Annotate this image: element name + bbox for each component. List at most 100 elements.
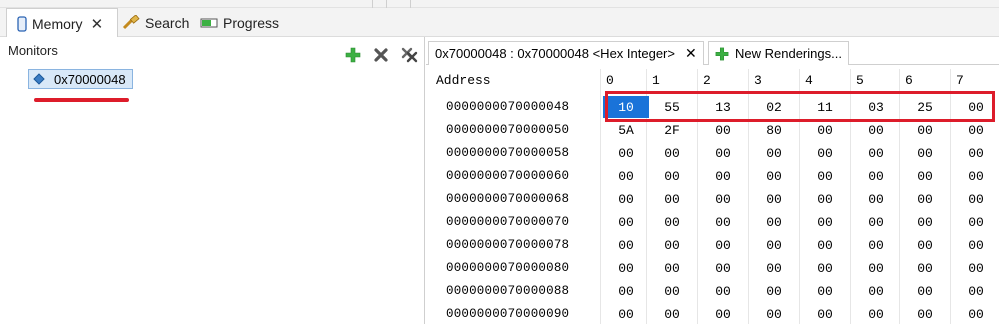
byte-cell[interactable]: 00 — [708, 257, 738, 279]
byte-cell[interactable]: 00 — [759, 211, 789, 233]
progress-icon — [200, 16, 218, 30]
byte-cell[interactable]: 00 — [759, 165, 789, 187]
tab-label: 0x70000048 : 0x70000048 <Hex Integer> — [435, 46, 675, 61]
byte-cell[interactable]: 00 — [611, 280, 641, 302]
column-header: 7 — [956, 72, 964, 88]
byte-cell[interactable]: 00 — [657, 280, 687, 302]
byte-cell[interactable]: 00 — [657, 188, 687, 210]
byte-cell[interactable]: 2F — [657, 119, 687, 141]
byte-cell[interactable]: 00 — [961, 211, 991, 233]
byte-cell[interactable]: 00 — [708, 142, 738, 164]
column-header: 6 — [905, 72, 913, 88]
byte-cell[interactable]: 00 — [910, 303, 940, 324]
tab-new-renderings[interactable]: New Renderings... — [708, 41, 849, 65]
byte-cell[interactable]: 00 — [961, 119, 991, 141]
byte-cell[interactable]: 00 — [810, 119, 840, 141]
byte-cell[interactable]: 00 — [861, 234, 891, 256]
byte-cell[interactable]: 00 — [708, 234, 738, 256]
byte-cell[interactable]: 00 — [810, 188, 840, 210]
byte-cell[interactable]: 00 — [708, 211, 738, 233]
byte-cell[interactable]: 00 — [810, 211, 840, 233]
byte-cell[interactable]: 00 — [910, 142, 940, 164]
byte-cell[interactable]: 00 — [611, 234, 641, 256]
byte-cell[interactable]: 00 — [759, 234, 789, 256]
address-cell: 0000000070000090 — [446, 307, 570, 321]
byte-cell[interactable]: 00 — [657, 165, 687, 187]
byte-cell[interactable]: 00 — [759, 303, 789, 324]
byte-cell[interactable]: 00 — [810, 142, 840, 164]
byte-cell[interactable]: 00 — [861, 303, 891, 324]
byte-cell[interactable]: 00 — [657, 303, 687, 324]
byte-cell[interactable]: 00 — [910, 211, 940, 233]
tab-memory[interactable]: Memory ✕ — [6, 8, 118, 38]
byte-cell[interactable]: 00 — [861, 211, 891, 233]
byte-cell[interactable]: 00 — [861, 119, 891, 141]
close-icon[interactable]: ✕ — [91, 15, 104, 33]
column-header: 1 — [652, 72, 660, 88]
byte-cell[interactable]: 00 — [759, 188, 789, 210]
byte-cell[interactable]: 00 — [657, 211, 687, 233]
monitor-diamond-icon — [33, 73, 45, 85]
byte-cell[interactable]: 00 — [657, 234, 687, 256]
byte-cell[interactable]: 00 — [810, 165, 840, 187]
byte-cell[interactable]: 00 — [810, 234, 840, 256]
byte-cell[interactable]: 00 — [759, 280, 789, 302]
byte-cell[interactable]: 00 — [708, 119, 738, 141]
address-cell: 0000000070000088 — [446, 284, 570, 298]
byte-cell[interactable]: 00 — [961, 165, 991, 187]
byte-cell[interactable]: 00 — [961, 303, 991, 324]
byte-cell[interactable]: 00 — [708, 280, 738, 302]
byte-cell[interactable]: 00 — [810, 303, 840, 324]
byte-cell[interactable]: 00 — [961, 234, 991, 256]
byte-cell[interactable]: 00 — [910, 188, 940, 210]
monitor-item[interactable]: 0x70000048 — [28, 69, 133, 89]
address-cell: 0000000070000080 — [446, 261, 570, 275]
byte-cell[interactable]: 00 — [961, 142, 991, 164]
renderings-pane: 0x70000048 : 0x70000048 <Hex Integer> ✕ … — [426, 37, 999, 324]
byte-cell[interactable]: 00 — [910, 280, 940, 302]
memory-icon — [17, 15, 27, 32]
byte-cell[interactable]: 00 — [910, 234, 940, 256]
close-icon[interactable]: ✕ — [685, 45, 697, 62]
byte-cell[interactable]: 00 — [611, 188, 641, 210]
byte-cell[interactable]: 5A — [611, 119, 641, 141]
tab-label: Progress — [223, 14, 280, 31]
byte-cell[interactable]: 00 — [708, 188, 738, 210]
remove-monitor-icon[interactable] — [372, 46, 390, 64]
tab-progress[interactable]: Progress — [200, 8, 279, 37]
byte-cell[interactable]: 00 — [861, 142, 891, 164]
add-monitor-icon[interactable] — [344, 46, 362, 64]
byte-cell[interactable]: 00 — [708, 303, 738, 324]
byte-cell[interactable]: 00 — [611, 165, 641, 187]
tab-hex-integer-rendering[interactable]: 0x70000048 : 0x70000048 <Hex Integer> ✕ — [428, 41, 704, 65]
byte-cell[interactable]: 00 — [861, 257, 891, 279]
byte-cell[interactable]: 00 — [611, 211, 641, 233]
byte-cell[interactable]: 00 — [861, 280, 891, 302]
byte-cell[interactable]: 00 — [861, 188, 891, 210]
add-icon — [715, 47, 729, 61]
column-header: 4 — [805, 72, 813, 88]
byte-cell[interactable]: 00 — [810, 257, 840, 279]
byte-cell[interactable]: 00 — [657, 142, 687, 164]
byte-cell[interactable]: 00 — [861, 165, 891, 187]
remove-all-monitors-icon[interactable] — [400, 46, 418, 64]
byte-cell[interactable]: 00 — [759, 142, 789, 164]
tab-search[interactable]: Search — [122, 8, 189, 37]
byte-cell[interactable]: 80 — [759, 119, 789, 141]
monitor-address: 0x70000048 — [54, 71, 126, 87]
byte-cell[interactable]: 00 — [910, 257, 940, 279]
byte-cell[interactable]: 00 — [611, 303, 641, 324]
byte-cell[interactable]: 00 — [708, 165, 738, 187]
byte-cell[interactable]: 00 — [810, 280, 840, 302]
byte-cell[interactable]: 00 — [961, 257, 991, 279]
byte-cell[interactable]: 00 — [910, 119, 940, 141]
annotation-underline — [34, 98, 129, 102]
byte-cell[interactable]: 00 — [611, 257, 641, 279]
byte-cell[interactable]: 00 — [961, 188, 991, 210]
byte-cell[interactable]: 00 — [961, 280, 991, 302]
column-header: 0 — [606, 72, 614, 88]
byte-cell[interactable]: 00 — [611, 142, 641, 164]
byte-cell[interactable]: 00 — [657, 257, 687, 279]
byte-cell[interactable]: 00 — [759, 257, 789, 279]
byte-cell[interactable]: 00 — [910, 165, 940, 187]
